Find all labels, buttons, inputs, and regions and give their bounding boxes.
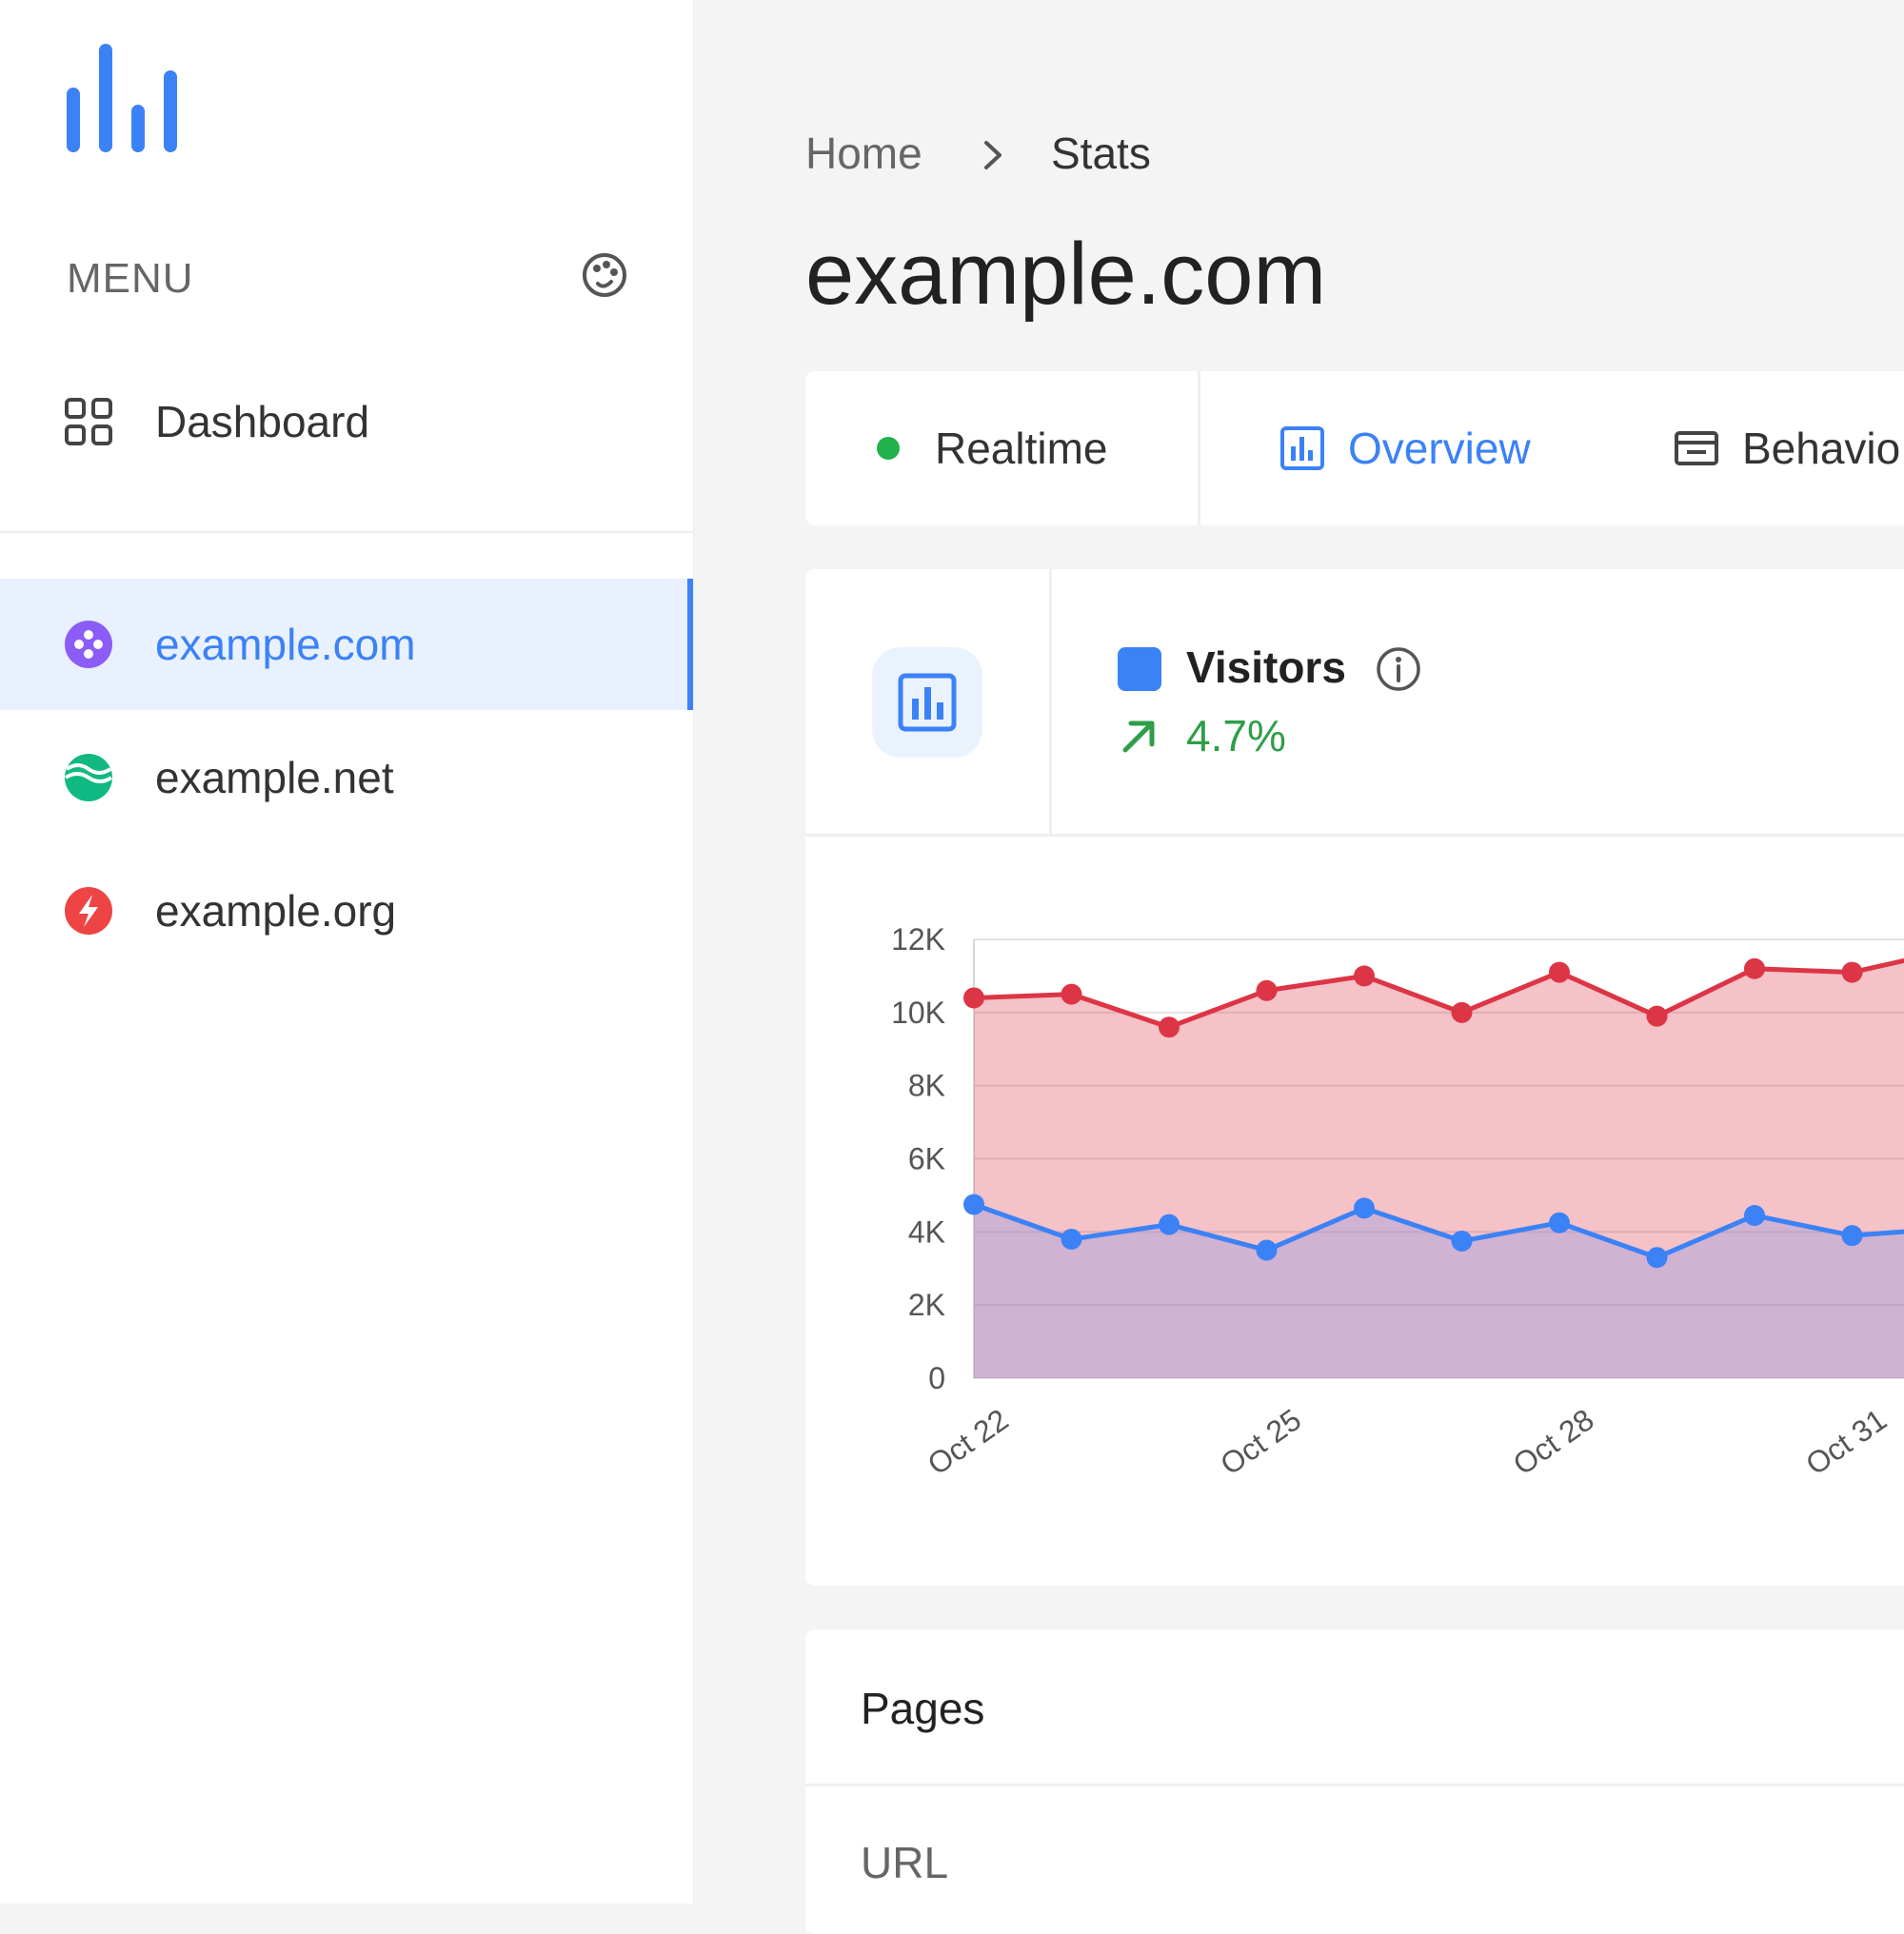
sidebar-item-example-net[interactable]: example.net xyxy=(0,712,693,843)
y-tick-label: 2K xyxy=(908,1288,945,1322)
data-point xyxy=(963,1194,984,1215)
page-title: example.com xyxy=(805,226,1327,323)
bar-chart-logo-icon[interactable] xyxy=(65,42,179,156)
sidebar-item-label: example.com xyxy=(155,620,416,669)
x-tick-label: Oct 31 xyxy=(1799,1402,1893,1482)
x-tick-label: Oct 22 xyxy=(922,1402,1015,1482)
data-point xyxy=(1061,983,1082,1005)
sidebar-item-example-org[interactable]: example.org xyxy=(0,845,693,977)
column-header-url: URL xyxy=(861,1838,949,1887)
data-point xyxy=(1061,1229,1082,1251)
tab-realtime[interactable]: Realtime xyxy=(876,371,1108,525)
tab-label: Overview xyxy=(1348,424,1531,473)
grid-icon xyxy=(65,398,112,445)
chart-card: Visitors 4.7% 0 2K 4K 6K 8K 10K 12K Oct 22 Oct 2… xyxy=(805,569,1904,1586)
tab-divider xyxy=(1198,371,1200,525)
data-point xyxy=(1744,1205,1765,1227)
tab-behavior[interactable]: Behavio xyxy=(1674,371,1900,525)
chevron-right-icon xyxy=(984,141,1002,169)
data-point xyxy=(1646,1247,1668,1269)
window-icon xyxy=(1675,431,1718,465)
data-point xyxy=(1841,1225,1863,1247)
sidebar-item-example-com[interactable]: example.com xyxy=(0,579,693,710)
menu-label: MENU xyxy=(67,255,194,302)
tab-overview[interactable]: Overview xyxy=(1279,371,1531,525)
tabs-bar: Realtime Overview Behavio xyxy=(805,371,1904,525)
data-point xyxy=(1841,961,1863,983)
sidebar-item-label: example.net xyxy=(155,753,394,802)
tab-label: Behavio xyxy=(1742,424,1901,473)
tab-label: Realtime xyxy=(935,424,1108,473)
breadcrumb-home[interactable]: Home xyxy=(805,128,922,179)
x-tick-label: Oct 25 xyxy=(1214,1402,1307,1482)
data-point xyxy=(1549,1212,1570,1233)
y-tick-label: 10K xyxy=(891,996,945,1030)
site-icon-purple xyxy=(65,621,112,668)
data-point xyxy=(1354,965,1375,987)
pages-title: Pages xyxy=(861,1684,985,1733)
y-tick-label: 0 xyxy=(928,1361,945,1395)
sidebar-item-dashboard[interactable]: Dashboard xyxy=(0,356,693,487)
visitors-chart: 0 2K 4K 6K 8K 10K 12K Oct 22 Oct 25 Oct 28 Oct 31 xyxy=(891,922,1904,1482)
chart-icon xyxy=(1280,426,1324,470)
palette-icon[interactable] xyxy=(581,251,628,299)
sidebar: MENU Dashboard example.com example.net e… xyxy=(0,0,694,1904)
x-tick-label: Oct 28 xyxy=(1507,1402,1600,1482)
data-point xyxy=(1451,1230,1473,1252)
breadcrumb-current: Stats xyxy=(1051,128,1151,178)
data-point xyxy=(1646,1005,1668,1027)
data-point xyxy=(1159,1016,1180,1038)
data-point xyxy=(1256,979,1278,1001)
y-tick-label: 4K xyxy=(908,1214,945,1249)
sidebar-item-label: Dashboard xyxy=(155,397,370,446)
sidebar-item-label: example.org xyxy=(155,886,397,936)
y-tick-label: 6K xyxy=(908,1142,945,1176)
data-point xyxy=(1549,961,1570,983)
green-dot-icon xyxy=(877,437,900,460)
divider xyxy=(805,1784,1904,1786)
data-point xyxy=(1354,1197,1375,1219)
data-point xyxy=(1256,1239,1278,1261)
pages-card: Pages URL xyxy=(805,1629,1904,1934)
menu-header: MENU xyxy=(67,249,628,306)
data-point xyxy=(1451,1001,1473,1023)
site-icon-green xyxy=(64,754,113,801)
y-tick-label: 12K xyxy=(891,922,945,957)
data-point xyxy=(1159,1214,1180,1235)
data-point xyxy=(1744,957,1765,979)
y-tick-label: 8K xyxy=(908,1069,945,1103)
sidebar-divider xyxy=(0,531,693,533)
data-point xyxy=(963,987,984,1009)
site-icon-red xyxy=(65,887,112,935)
